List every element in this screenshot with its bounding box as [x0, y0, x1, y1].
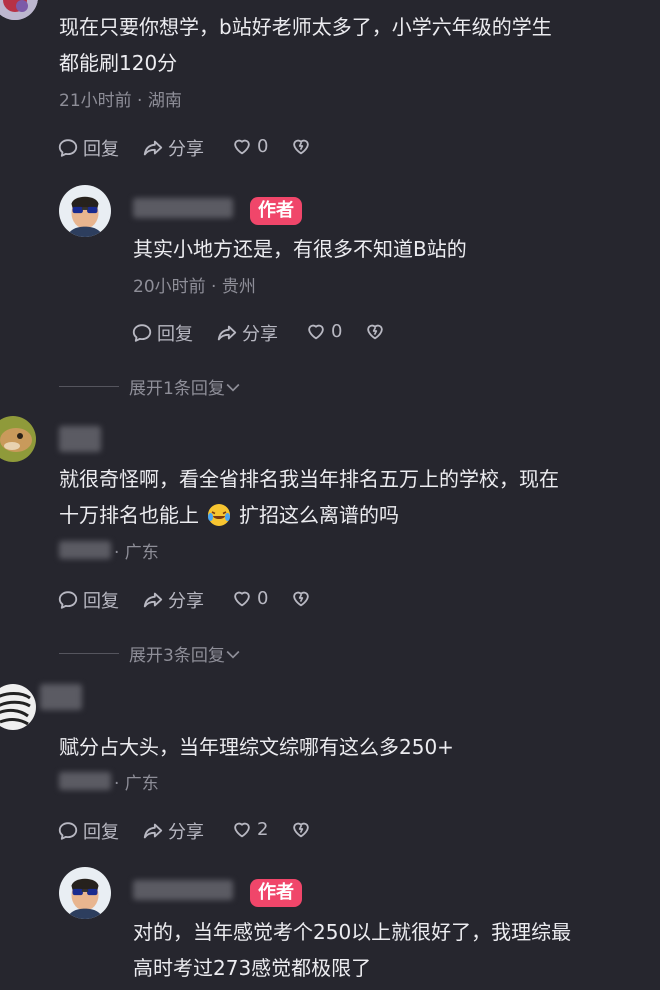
comment-text: 赋分占大头，当年理综文综哪有这么多250+ [59, 735, 454, 759]
reply-button[interactable]: 回复 [131, 320, 193, 346]
comment-meta: · 广东 [114, 543, 159, 563]
timestamp-redacted [59, 541, 111, 559]
reply-text: 其实小地方还是，有很多不知道B站的 [133, 237, 467, 261]
reply-meta: 20小时前 · 贵州 [133, 277, 256, 297]
reply-text: 高时考过273感觉都极限了 [133, 956, 372, 980]
share-button[interactable]: 分享 [142, 587, 204, 613]
like-count: 0 [257, 135, 269, 157]
dislike-button[interactable] [290, 818, 312, 840]
like-count: 0 [331, 320, 343, 342]
avatar-image-icon [0, 684, 36, 730]
divider [59, 653, 119, 654]
dislike-heart-icon [290, 818, 312, 840]
like-button[interactable]: 0 [231, 135, 268, 157]
chevron-down-icon [223, 644, 243, 664]
comment-reply-icon [57, 589, 79, 611]
comment-text: 都能刷120分 [59, 51, 178, 75]
like-button[interactable]: 0 [231, 587, 268, 609]
username-redacted[interactable] [59, 426, 101, 452]
avatar[interactable] [0, 684, 36, 730]
reply-button[interactable]: 回复 [57, 587, 119, 613]
share-button[interactable]: 分享 [142, 818, 204, 844]
dislike-heart-icon [364, 320, 386, 342]
share-button[interactable]: 分享 [216, 320, 278, 346]
heart-icon [305, 320, 327, 342]
comment-reply-icon [57, 137, 79, 159]
share-arrow-icon [142, 820, 164, 842]
comment-text: 就很奇怪啊，看全省排名我当年排名五万上的学校，现在 [59, 467, 559, 491]
reply-button[interactable]: 回复 [57, 818, 119, 844]
share-arrow-icon [216, 322, 238, 344]
avatar-image-icon [59, 185, 111, 237]
dislike-button[interactable] [364, 320, 386, 342]
heart-icon [231, 135, 253, 157]
avatar[interactable] [59, 867, 111, 919]
avatar[interactable] [0, 416, 36, 462]
timestamp-redacted [59, 772, 111, 790]
dislike-button[interactable] [290, 587, 312, 609]
divider [59, 386, 119, 387]
comment-meta: · 广东 [114, 774, 159, 794]
share-button[interactable]: 分享 [142, 135, 204, 161]
like-button[interactable]: 0 [305, 320, 342, 342]
author-tag: 作者 [250, 197, 302, 225]
avatar-image-icon [0, 0, 38, 20]
laughing-crying-emoji [208, 504, 230, 526]
heart-icon [231, 818, 253, 840]
dislike-heart-icon [290, 587, 312, 609]
reply-text: 对的，当年感觉考个250以上就很好了，我理综最 [133, 920, 572, 944]
avatar[interactable] [0, 0, 38, 20]
avatar-image-icon [59, 867, 111, 919]
like-count: 0 [257, 587, 269, 609]
comment-reply-icon [57, 820, 79, 842]
like-count: 2 [257, 818, 269, 840]
dislike-heart-icon [290, 135, 312, 157]
avatar[interactable] [59, 185, 111, 237]
username-redacted[interactable] [40, 684, 82, 710]
heart-icon [231, 587, 253, 609]
avatar-image-icon [0, 416, 36, 462]
dislike-button[interactable] [290, 135, 312, 157]
share-arrow-icon [142, 137, 164, 159]
reply-button[interactable]: 回复 [57, 135, 119, 161]
comment-text: 十万排名也能上 扩招这么离谱的吗 [59, 503, 399, 527]
username-redacted[interactable] [133, 880, 233, 900]
share-arrow-icon [142, 589, 164, 611]
username-redacted[interactable] [133, 198, 233, 218]
expand-replies-button[interactable]: 展开3条回复 [59, 641, 243, 666]
comment-reply-icon [131, 322, 153, 344]
comment-text: 现在只要你想学，b站好老师太多了，小学六年级的学生 [59, 15, 552, 39]
expand-replies-button[interactable]: 展开1条回复 [59, 374, 243, 399]
author-tag: 作者 [250, 879, 302, 907]
chevron-down-icon [223, 377, 243, 397]
comment-meta: 21小时前 · 湖南 [59, 91, 182, 111]
like-button[interactable]: 2 [231, 818, 268, 840]
